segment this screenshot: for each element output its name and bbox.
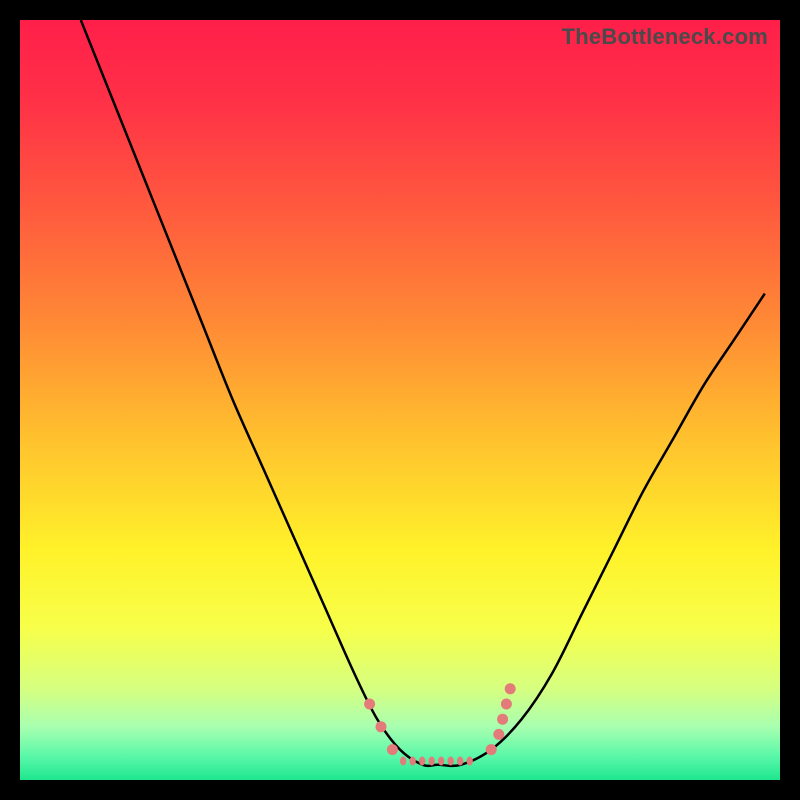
watermark-text: TheBottleneck.com [562,24,768,50]
outer-frame: TheBottleneck.com [0,0,800,800]
chart-svg [20,20,780,780]
plot-area: TheBottleneck.com [20,20,780,780]
gradient-background [20,20,780,780]
